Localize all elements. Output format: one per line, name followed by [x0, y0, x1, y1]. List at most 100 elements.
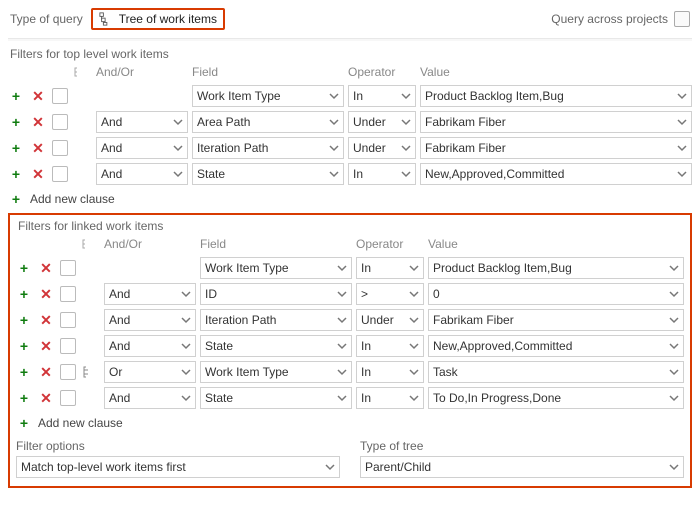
- insert-clause-button[interactable]: +: [8, 88, 24, 104]
- row-checkbox[interactable]: [52, 166, 68, 182]
- remove-clause-button[interactable]: ✕: [38, 260, 54, 276]
- value-select[interactable]: Task: [428, 361, 684, 383]
- tree-hierarchy-icon: [99, 12, 113, 26]
- value-select[interactable]: Product Backlog Item,Bug: [420, 85, 692, 107]
- filter-row: + ✕ AndStateInNew,Approved,Committed: [16, 333, 684, 359]
- field-select[interactable]: State: [200, 335, 352, 357]
- chevron-down-icon: [401, 169, 411, 179]
- and-or-select[interactable]: And: [104, 283, 196, 305]
- chevron-down-icon: [181, 289, 191, 299]
- and-or-select[interactable]: And: [96, 137, 188, 159]
- and-or-select[interactable]: And: [104, 335, 196, 357]
- chevron-down-icon: [337, 341, 347, 351]
- add-clause-label: Add new clause: [38, 416, 123, 430]
- remove-clause-button[interactable]: ✕: [30, 114, 46, 130]
- group-column-icon: [82, 238, 94, 250]
- col-and-or: And/Or: [104, 237, 196, 251]
- row-checkbox[interactable]: [60, 286, 76, 302]
- field-select[interactable]: Work Item Type: [192, 85, 344, 107]
- filter-options-select[interactable]: Match top-level work items first: [16, 456, 340, 478]
- operator-select[interactable]: In: [348, 163, 416, 185]
- chevron-down-icon: [409, 393, 419, 403]
- and-or-select[interactable]: And: [104, 387, 196, 409]
- chevron-down-icon: [329, 169, 339, 179]
- value-select[interactable]: To Do,In Progress,Done: [428, 387, 684, 409]
- operator-select[interactable]: In: [356, 361, 424, 383]
- query-across-projects-checkbox[interactable]: [674, 11, 690, 27]
- insert-clause-button[interactable]: +: [16, 286, 32, 302]
- value-select[interactable]: New,Approved,Committed: [420, 163, 692, 185]
- row-checkbox[interactable]: [52, 140, 68, 156]
- operator-select[interactable]: In: [356, 387, 424, 409]
- and-or-select[interactable]: And: [96, 111, 188, 133]
- row-checkbox[interactable]: [52, 88, 68, 104]
- row-checkbox[interactable]: [60, 260, 76, 276]
- remove-clause-button[interactable]: ✕: [38, 338, 54, 354]
- value-select[interactable]: Fabrikam Fiber: [420, 137, 692, 159]
- value-select[interactable]: 0: [428, 283, 684, 305]
- chevron-down-icon: [409, 341, 419, 351]
- header-left: Type of query Tree of work items: [10, 8, 225, 30]
- chevron-down-icon: [669, 315, 679, 325]
- remove-clause-button[interactable]: ✕: [30, 166, 46, 182]
- filter-row: + ✕ AndIteration PathUnderFabrikam Fiber: [8, 135, 692, 161]
- operator-select[interactable]: >: [356, 283, 424, 305]
- field-select[interactable]: Iteration Path: [192, 137, 344, 159]
- field-select[interactable]: ID: [200, 283, 352, 305]
- remove-clause-button[interactable]: ✕: [38, 286, 54, 302]
- add-clause-linked[interactable]: + Add new clause: [16, 415, 684, 431]
- linked-filters-title: Filters for linked work items: [18, 219, 684, 233]
- field-select[interactable]: Work Item Type: [200, 361, 352, 383]
- chevron-down-icon: [325, 462, 335, 472]
- linked-grid-header: And/Or Field Operator Value: [16, 235, 684, 253]
- chevron-down-icon: [337, 367, 347, 377]
- group-indicator-icon[interactable]: [82, 365, 96, 379]
- operator-select[interactable]: In: [356, 257, 424, 279]
- insert-clause-button[interactable]: +: [16, 338, 32, 354]
- row-checkbox[interactable]: [60, 364, 76, 380]
- insert-clause-button[interactable]: +: [8, 114, 24, 130]
- value-select[interactable]: Fabrikam Fiber: [420, 111, 692, 133]
- insert-clause-button[interactable]: +: [8, 140, 24, 156]
- insert-clause-button[interactable]: +: [16, 312, 32, 328]
- filter-row: + ✕ AndIteration PathUnderFabrikam Fiber: [16, 307, 684, 333]
- remove-clause-button[interactable]: ✕: [30, 140, 46, 156]
- value-select[interactable]: Fabrikam Fiber: [428, 309, 684, 331]
- and-or-select[interactable]: And: [96, 163, 188, 185]
- operator-select[interactable]: Under: [348, 137, 416, 159]
- operator-select[interactable]: Under: [356, 309, 424, 331]
- operator-select[interactable]: In: [348, 85, 416, 107]
- remove-clause-button[interactable]: ✕: [30, 88, 46, 104]
- chevron-down-icon: [329, 117, 339, 127]
- value-select[interactable]: Product Backlog Item,Bug: [428, 257, 684, 279]
- query-type-selector[interactable]: Tree of work items: [91, 8, 225, 30]
- row-checkbox[interactable]: [60, 390, 76, 406]
- insert-clause-button[interactable]: +: [16, 364, 32, 380]
- operator-select[interactable]: In: [356, 335, 424, 357]
- add-clause-top[interactable]: + Add new clause: [8, 191, 692, 207]
- row-checkbox[interactable]: [60, 312, 76, 328]
- insert-clause-button[interactable]: +: [16, 390, 32, 406]
- value-select[interactable]: New,Approved,Committed: [428, 335, 684, 357]
- filter-row: + ✕ AndArea PathUnderFabrikam Fiber: [8, 109, 692, 135]
- field-select[interactable]: Work Item Type: [200, 257, 352, 279]
- type-of-tree-select[interactable]: Parent/Child: [360, 456, 684, 478]
- row-checkbox[interactable]: [60, 338, 76, 354]
- remove-clause-button[interactable]: ✕: [38, 364, 54, 380]
- and-or-select[interactable]: And: [104, 309, 196, 331]
- row-checkbox[interactable]: [52, 114, 68, 130]
- field-select[interactable]: State: [192, 163, 344, 185]
- chevron-down-icon: [677, 91, 687, 101]
- chevron-down-icon: [337, 393, 347, 403]
- insert-clause-button[interactable]: +: [16, 260, 32, 276]
- chevron-down-icon: [677, 169, 687, 179]
- field-select[interactable]: State: [200, 387, 352, 409]
- insert-clause-button[interactable]: +: [8, 166, 24, 182]
- remove-clause-button[interactable]: ✕: [38, 390, 54, 406]
- operator-select[interactable]: Under: [348, 111, 416, 133]
- field-select[interactable]: Iteration Path: [200, 309, 352, 331]
- filter-row: + ✕ AndStateInTo Do,In Progress,Done: [16, 385, 684, 411]
- remove-clause-button[interactable]: ✕: [38, 312, 54, 328]
- field-select[interactable]: Area Path: [192, 111, 344, 133]
- and-or-select[interactable]: Or: [104, 361, 196, 383]
